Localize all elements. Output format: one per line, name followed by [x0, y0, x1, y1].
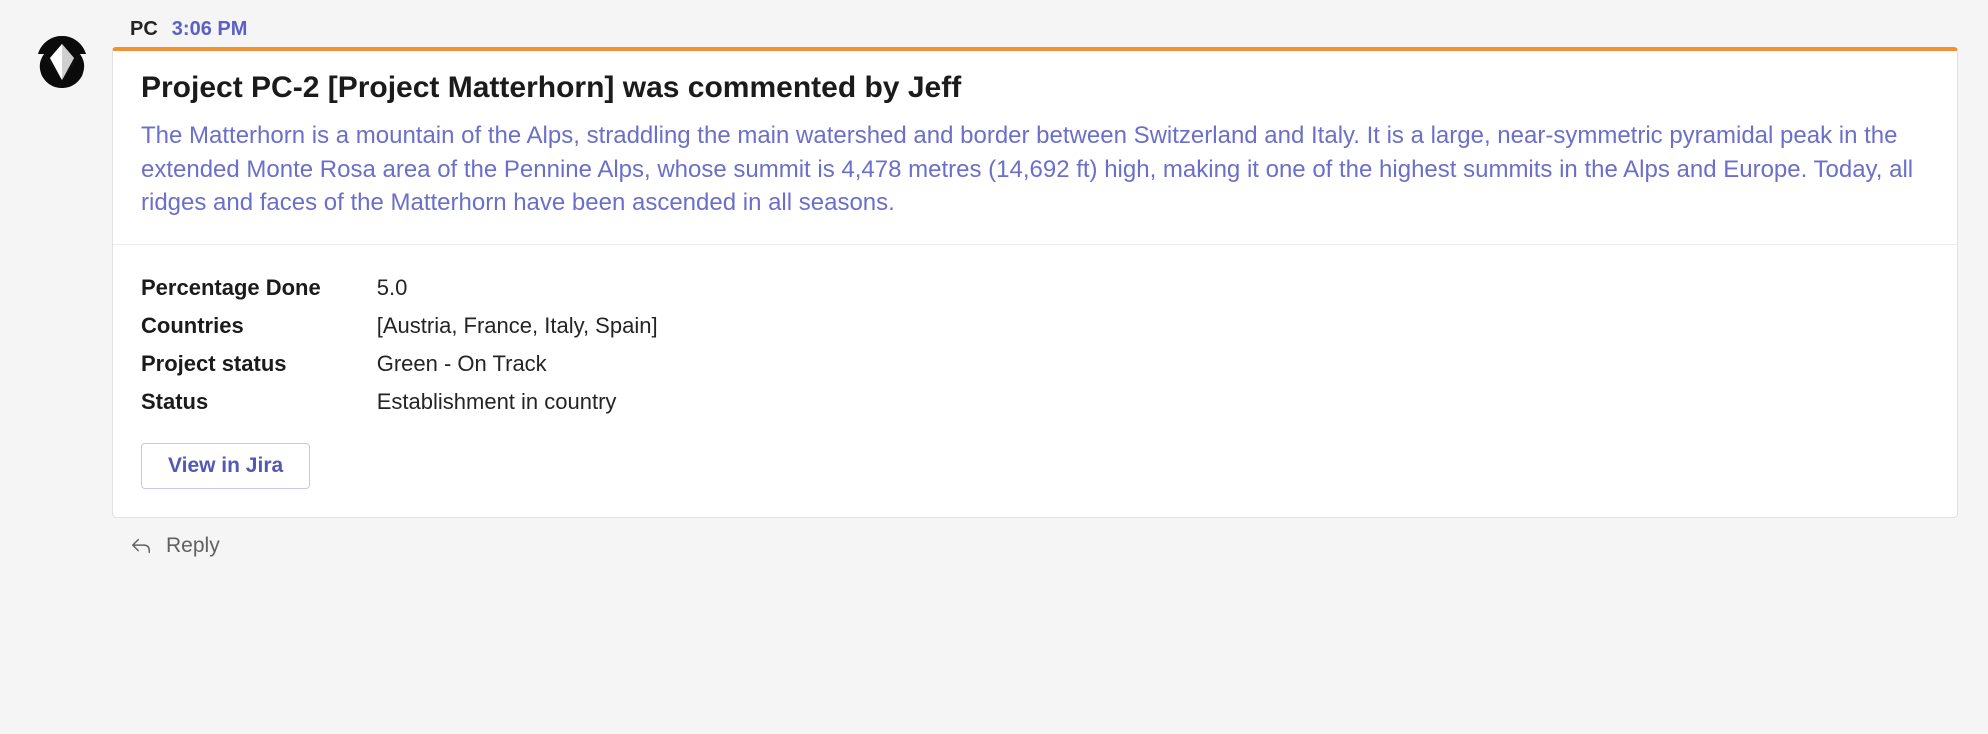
reply-button[interactable]: Reply	[112, 518, 1958, 564]
field-label: Project status	[141, 345, 377, 383]
field-value: Green - On Track	[377, 345, 658, 383]
field-label: Percentage Done	[141, 269, 377, 307]
field-label: Status	[141, 383, 377, 421]
field-value: 5.0	[377, 269, 658, 307]
card-details-section: Percentage Done 5.0 Countries [Austria, …	[113, 245, 1957, 517]
mountain-icon	[30, 30, 94, 94]
table-row: Countries [Austria, France, Italy, Spain…	[141, 307, 658, 345]
card-title: Project PC-2 [Project Matterhorn] was co…	[141, 71, 1929, 105]
table-row: Project status Green - On Track	[141, 345, 658, 383]
field-label: Countries	[141, 307, 377, 345]
notification-card: Project PC-2 [Project Matterhorn] was co…	[112, 47, 1958, 518]
table-row: Status Establishment in country	[141, 383, 658, 421]
view-in-jira-button[interactable]: View in Jira	[141, 443, 310, 489]
message-row: PC 3:06 PM Project PC-2 [Project Matterh…	[30, 18, 1958, 564]
message-body: PC 3:06 PM Project PC-2 [Project Matterh…	[112, 18, 1958, 564]
sender-name: PC	[130, 18, 158, 41]
reply-icon	[130, 535, 152, 557]
field-value: [Austria, France, Italy, Spain]	[377, 307, 658, 345]
table-row: Percentage Done 5.0	[141, 269, 658, 307]
reply-label: Reply	[166, 534, 220, 558]
message-timestamp: 3:06 PM	[172, 18, 248, 41]
card-description[interactable]: The Matterhorn is a mountain of the Alps…	[141, 119, 1929, 220]
card-header-section: Project PC-2 [Project Matterhorn] was co…	[113, 51, 1957, 245]
app-avatar	[30, 30, 94, 94]
details-table: Percentage Done 5.0 Countries [Austria, …	[141, 269, 658, 421]
message-meta: PC 3:06 PM	[112, 18, 1958, 41]
field-value: Establishment in country	[377, 383, 658, 421]
